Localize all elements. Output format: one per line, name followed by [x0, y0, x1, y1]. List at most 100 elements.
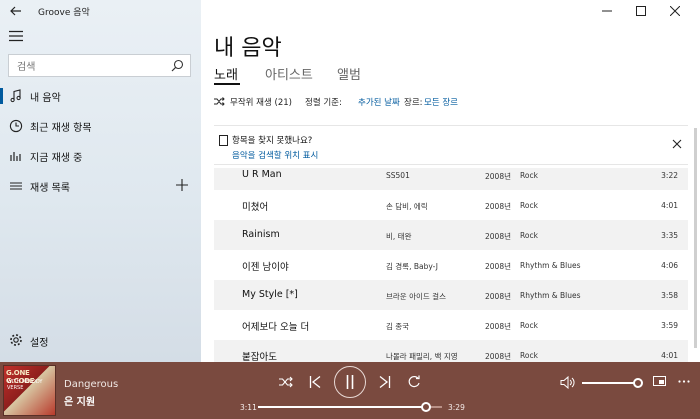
table-row[interactable]: 어제보다 오늘 더 김 종국 2008년 Rock 3:59 — [214, 310, 688, 340]
sidebar-item-label: 내 음악 — [30, 93, 61, 104]
table-row[interactable]: 이젠 남이야 김 경록, Baby-J 2008년 Rhythm & Blues… — [214, 250, 688, 280]
music-note-icon — [10, 89, 21, 103]
elapsed-time: 3:11 — [240, 403, 257, 412]
now-playing-title[interactable]: Dangerous — [64, 379, 118, 390]
more-options-icon[interactable] — [678, 380, 690, 383]
show-locations-link[interactable]: 음악을 검색할 위치 표시 — [232, 149, 318, 161]
gear-icon — [10, 334, 22, 346]
song-year: 2008년 — [485, 202, 511, 211]
song-title: Rainism — [242, 229, 280, 240]
hamburger-menu-icon[interactable] — [9, 30, 23, 42]
sidebar-item-label: 재생 목록 — [30, 183, 70, 194]
song-duration: 4:06 — [661, 261, 678, 270]
search-input[interactable] — [9, 57, 159, 78]
volume-icon[interactable] — [560, 376, 575, 389]
playlist-icon — [10, 182, 22, 190]
song-title: My Style [*] — [242, 289, 298, 300]
maximize-button[interactable] — [624, 0, 658, 22]
song-title: 붙잡아도 — [242, 352, 277, 362]
minimize-button[interactable] — [590, 0, 624, 22]
song-artist: 김 종국 — [386, 322, 410, 331]
song-artist: 나몰라 패밀리, 백 지영 — [386, 352, 458, 361]
sidebar-item-now-playing[interactable]: 지금 재생 중 — [0, 142, 201, 170]
song-duration: 3:22 — [661, 171, 678, 180]
repeat-icon[interactable] — [408, 375, 421, 388]
table-row[interactable]: 붙잡아도 나몰라 패밀리, 백 지영 2008년 Rock 4:01 — [214, 340, 688, 362]
settings-label: 설정 — [30, 338, 49, 349]
song-artist: 브라운 아이드 걸스 — [386, 292, 446, 301]
add-playlist-icon[interactable] — [175, 178, 189, 192]
sidebar-item-label: 최근 재생 항목 — [30, 123, 92, 134]
song-duration: 3:58 — [661, 291, 678, 300]
minimize-icon — [602, 10, 612, 12]
song-duration: 3:35 — [661, 231, 678, 240]
seek-thumb[interactable] — [420, 402, 431, 412]
tab-artists[interactable]: 아티스트 — [265, 64, 313, 83]
pause-button[interactable] — [334, 366, 366, 398]
song-year: 2008년 — [485, 232, 511, 241]
page-title: 내 음악 — [214, 36, 282, 61]
shuffle-icon — [214, 97, 225, 106]
main-content: 내 음악 노래 아티스트 앨범 무작위 재생 (21) 정렬 기준: 추가된 날… — [201, 0, 700, 362]
song-duration: 4:01 — [661, 351, 678, 360]
song-title: 미쳤어 — [242, 202, 269, 213]
title-bar: Groove 음악 — [0, 0, 201, 22]
notification-banner: 항목을 찾지 못했나요? 음악을 검색할 위치 표시 — [214, 125, 688, 165]
back-arrow-icon[interactable] — [8, 3, 24, 19]
song-artist: 손 담비, 에릭 — [386, 202, 428, 211]
song-duration: 4:01 — [661, 201, 678, 210]
song-year: 2008년 — [485, 352, 511, 361]
song-genre: Rock — [520, 231, 538, 240]
table-row[interactable]: 미쳤어 손 담비, 에릭 2008년 Rock 4:01 — [214, 190, 688, 220]
pause-icon — [346, 375, 354, 389]
seek-progress — [258, 406, 426, 408]
seek-slider[interactable] — [258, 402, 442, 412]
close-icon — [670, 6, 680, 16]
total-time: 3:29 — [448, 403, 465, 412]
table-row[interactable]: U R Man SS501 2008년 Rock 3:22 — [214, 168, 688, 190]
volume-slider[interactable] — [582, 378, 643, 388]
song-year: 2008년 — [485, 262, 511, 271]
scrollbar[interactable] — [694, 128, 697, 348]
song-genre: Rock — [520, 201, 538, 210]
mini-player-icon[interactable] — [653, 376, 666, 386]
song-genre: Rhythm & Blues — [520, 291, 581, 300]
album-art[interactable]: G.ONE G.CODE WITH MELODY VERSE — [3, 365, 56, 416]
tab-albums[interactable]: 앨범 — [337, 64, 361, 83]
song-artist: 김 경록, Baby-J — [386, 262, 438, 271]
clock-icon — [9, 119, 23, 133]
search-icon[interactable] — [171, 59, 184, 72]
sidebar-item-playlists[interactable]: 재생 목록 — [0, 172, 201, 200]
table-row[interactable]: Rainism 비, 태완 2008년 Rock 3:35 — [214, 220, 688, 250]
tab-songs[interactable]: 노래 — [214, 64, 238, 83]
song-title: 이젠 남이야 — [242, 262, 289, 273]
song-genre: Rock — [520, 351, 538, 360]
close-button[interactable] — [658, 0, 692, 22]
previous-track-icon[interactable] — [309, 375, 321, 389]
sort-dropdown[interactable]: 추가된 날짜 — [358, 96, 400, 108]
shuffle-all-button[interactable]: 무작위 재생 (21) — [230, 96, 292, 108]
song-genre: Rock — [520, 321, 538, 330]
bars-icon — [10, 152, 21, 161]
song-title: 어제보다 오늘 더 — [242, 322, 310, 333]
genre-label: 장르: — [404, 98, 423, 108]
sidebar-item-recent[interactable]: 최근 재생 항목 — [0, 112, 201, 140]
dismiss-icon[interactable] — [672, 139, 682, 149]
song-genre: Rhythm & Blues — [520, 261, 581, 270]
shuffle-icon[interactable] — [279, 376, 293, 388]
now-playing-artist[interactable]: 은 지원 — [64, 393, 95, 408]
sort-label: 정렬 기준: — [305, 98, 342, 108]
song-title: U R Man — [242, 169, 282, 180]
genre-dropdown[interactable]: 모든 장르 — [424, 96, 458, 108]
song-artist: 비, 태완 — [386, 232, 412, 241]
album-art-subtitle: WITH MELODY VERSE — [7, 379, 43, 391]
document-icon — [219, 135, 228, 146]
volume-level — [582, 382, 638, 384]
volume-thumb[interactable] — [633, 378, 643, 388]
song-year: 2008년 — [485, 292, 511, 301]
next-track-icon[interactable] — [379, 375, 391, 389]
sidebar-item-my-music[interactable]: 내 음악 — [0, 82, 201, 110]
sidebar-item-label: 지금 재생 중 — [30, 153, 83, 164]
sidebar-item-settings[interactable]: 설정 — [0, 327, 201, 355]
table-row[interactable]: My Style [*] 브라운 아이드 걸스 2008년 Rhythm & B… — [214, 280, 688, 310]
